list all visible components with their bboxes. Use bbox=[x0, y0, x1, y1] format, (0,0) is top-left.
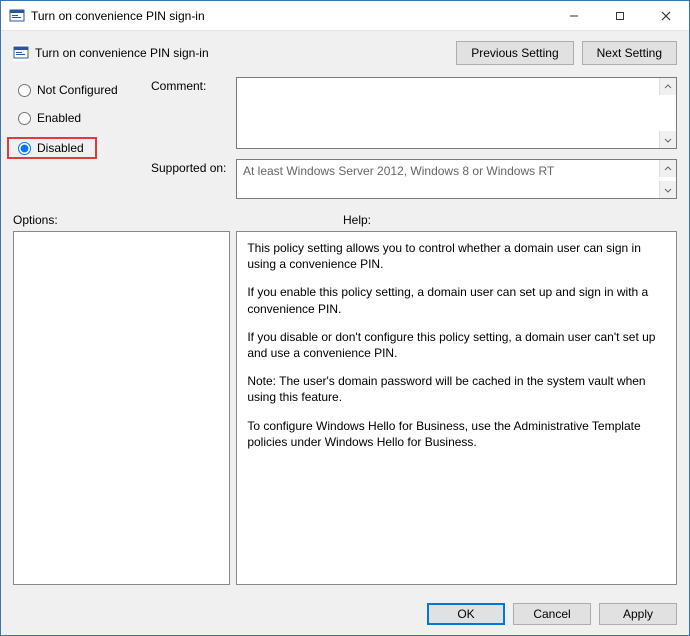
window-icon bbox=[9, 8, 25, 24]
upper-section: Not Configured Enabled Disabled Comment: bbox=[13, 77, 677, 199]
header-row: Turn on convenience PIN sign-in Previous… bbox=[13, 41, 677, 65]
next-setting-button[interactable]: Next Setting bbox=[582, 41, 677, 65]
scroll-up-icon[interactable] bbox=[659, 160, 676, 177]
cancel-button[interactable]: Cancel bbox=[513, 603, 591, 625]
radio-not-configured[interactable]: Not Configured bbox=[13, 81, 145, 99]
help-paragraph: To configure Windows Hello for Business,… bbox=[247, 418, 666, 450]
comment-label: Comment: bbox=[151, 77, 236, 93]
close-button[interactable] bbox=[643, 1, 689, 30]
maximize-button[interactable] bbox=[597, 1, 643, 30]
policy-title: Turn on convenience PIN sign-in bbox=[35, 46, 456, 60]
state-radio-group: Not Configured Enabled Disabled bbox=[13, 77, 145, 199]
bottom-bar: OK Cancel Apply bbox=[1, 595, 689, 635]
radio-enabled-input[interactable] bbox=[18, 112, 31, 125]
apply-button[interactable]: Apply bbox=[599, 603, 677, 625]
titlebar-controls bbox=[551, 1, 689, 30]
radio-not-configured-label: Not Configured bbox=[37, 83, 118, 97]
supported-label: Supported on: bbox=[151, 159, 236, 175]
radio-disabled-input[interactable] bbox=[18, 142, 31, 155]
radio-disabled[interactable]: Disabled bbox=[7, 137, 97, 159]
titlebar: Turn on convenience PIN sign-in bbox=[1, 1, 689, 31]
ok-button[interactable]: OK bbox=[427, 603, 505, 625]
supported-value: At least Windows Server 2012, Windows 8 … bbox=[243, 164, 554, 178]
comment-textbox[interactable] bbox=[236, 77, 677, 149]
scroll-down-icon[interactable] bbox=[659, 181, 676, 198]
radio-enabled[interactable]: Enabled bbox=[13, 109, 145, 127]
help-pane: This policy setting allows you to contro… bbox=[236, 231, 677, 585]
previous-setting-button[interactable]: Previous Setting bbox=[456, 41, 573, 65]
window-title: Turn on convenience PIN sign-in bbox=[31, 9, 551, 23]
radio-enabled-label: Enabled bbox=[37, 111, 81, 125]
help-label: Help: bbox=[343, 213, 677, 227]
help-paragraph: Note: The user's domain password will be… bbox=[247, 373, 666, 405]
right-fields: Comment: Supported on: At least Windows … bbox=[151, 77, 677, 199]
nav-buttons: Previous Setting Next Setting bbox=[456, 41, 677, 65]
options-label: Options: bbox=[13, 213, 343, 227]
content-area: Turn on convenience PIN sign-in Previous… bbox=[1, 31, 689, 595]
help-paragraph: If you enable this policy setting, a dom… bbox=[247, 284, 666, 316]
options-pane bbox=[13, 231, 230, 585]
help-paragraph: This policy setting allows you to contro… bbox=[247, 240, 666, 272]
minimize-button[interactable] bbox=[551, 1, 597, 30]
help-paragraph: If you disable or don't configure this p… bbox=[247, 329, 666, 361]
dialog-window: Turn on convenience PIN sign-in Turn on … bbox=[0, 0, 690, 636]
scroll-up-icon[interactable] bbox=[659, 78, 676, 95]
radio-disabled-label: Disabled bbox=[37, 141, 84, 155]
policy-icon bbox=[13, 45, 29, 61]
supported-textbox: At least Windows Server 2012, Windows 8 … bbox=[236, 159, 677, 199]
middle-labels: Options: Help: bbox=[13, 213, 677, 227]
lower-section: This policy setting allows you to contro… bbox=[13, 231, 677, 585]
radio-not-configured-input[interactable] bbox=[18, 84, 31, 97]
scroll-down-icon[interactable] bbox=[659, 131, 676, 148]
